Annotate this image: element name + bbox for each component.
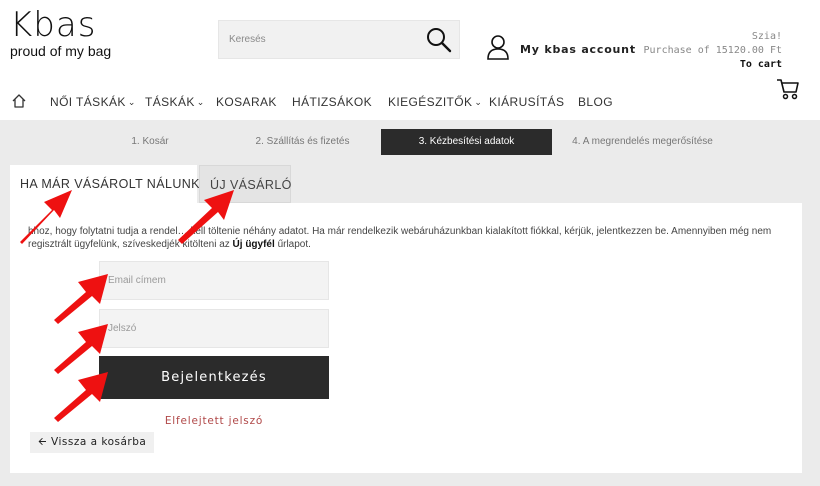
- intro-text: hhoz, hogy folytatni tudja a rendel… kel…: [28, 226, 772, 250]
- nav-item-hatizsakok[interactable]: HÁTIZSÁKOK: [292, 95, 372, 109]
- account-label: My kbas account: [520, 43, 636, 56]
- nav-item-blog[interactable]: BLOG: [578, 95, 613, 109]
- user-icon: [486, 34, 510, 65]
- logo[interactable]: Kbas proud of my bag: [10, 8, 120, 59]
- home-icon[interactable]: [12, 94, 26, 108]
- checkout-steps: 1. Kosár 2. Szállítás és fizetés 3. Kézb…: [0, 120, 820, 165]
- login-panel: hhoz, hogy folytatni tudja a rendel… kel…: [10, 203, 802, 473]
- forgot-password-link[interactable]: Elfelejtett jelszó: [99, 415, 329, 427]
- step-confirm-order: 4. A megrendelés megerősítése: [572, 136, 713, 147]
- logo-tagline: proud of my bag: [10, 43, 112, 59]
- nav-item-label: NŐI TÁSKÁK: [50, 95, 126, 109]
- chevron-down-icon: ⌄: [196, 97, 205, 107]
- nav-item-kosarak[interactable]: KOSARAK: [216, 95, 277, 109]
- chevron-down-icon: ⌄: [474, 97, 483, 107]
- password-field[interactable]: [99, 309, 329, 348]
- chevron-down-icon: ⌄: [127, 97, 136, 107]
- intro-text-end: űrlapot.: [277, 239, 311, 250]
- nav-item-label: BLOG: [578, 95, 613, 109]
- nav-item-taskak[interactable]: TÁSKÁK ⌄: [145, 95, 205, 109]
- checkout-content: HA MÁR VÁSÁROLT NÁLUNK ÚJ VÁSÁRLÓ hhoz, …: [0, 165, 820, 486]
- greeting: Szia!: [751, 31, 782, 42]
- nav-item-label: HÁTIZSÁKOK: [292, 95, 373, 109]
- search-icon[interactable]: [425, 26, 453, 54]
- back-to-cart-label: Vissza a kosárba: [51, 436, 147, 448]
- login-button[interactable]: Bejelentkezés: [99, 356, 329, 399]
- new-customer-link[interactable]: Új ügyfél: [233, 239, 275, 250]
- logo-text: Kbas: [10, 5, 97, 45]
- step-cart: 1. Kosár: [131, 136, 169, 147]
- nav-item-label: TÁSKÁK: [145, 95, 195, 109]
- purchase-info: Purchase of 15120.00 Ft: [643, 45, 782, 56]
- nav-item-label: KOSARAK: [216, 95, 277, 109]
- cart-summary: Szia! Purchase of 15120.00 Ft To cart: [644, 30, 782, 72]
- step-shipping-payment: 2. Szállítás és fizetés: [255, 136, 350, 147]
- account-link[interactable]: My kbas account: [486, 34, 636, 65]
- nav-item-label: KIEGÉSZITŐK: [388, 95, 473, 109]
- nav-item-kiarusitas[interactable]: KIÁRUSÍTÁS: [489, 95, 564, 109]
- tab-returning-customer[interactable]: HA MÁR VÁSÁROLT NÁLUNK: [10, 165, 200, 203]
- login-intro-text: hhoz, hogy folytatni tudja a rendel… kel…: [28, 225, 788, 251]
- nav-item-noi-taskak[interactable]: NŐI TÁSKÁK ⌄: [50, 95, 136, 109]
- tab-new-customer[interactable]: ÚJ VÁSÁRLÓ: [199, 165, 291, 203]
- arrow-left-icon: 🡨: [38, 436, 48, 448]
- search-input[interactable]: [219, 21, 419, 58]
- cart-icon[interactable]: [776, 78, 800, 100]
- to-cart-link[interactable]: To cart: [644, 58, 782, 72]
- step-delivery-details: 3. Kézbesítési adatok: [381, 129, 552, 155]
- search-box: [218, 20, 460, 59]
- email-field[interactable]: [99, 261, 329, 300]
- nav-item-kiegeszitok[interactable]: KIEGÉSZITŐK ⌄: [388, 95, 482, 109]
- main-nav: NŐI TÁSKÁK ⌄ TÁSKÁK ⌄ KOSARAK HÁTIZSÁKOK K…: [0, 92, 760, 114]
- nav-item-label: KIÁRUSÍTÁS: [489, 95, 565, 109]
- back-to-cart-button[interactable]: 🡨 Vissza a kosárba: [30, 432, 155, 453]
